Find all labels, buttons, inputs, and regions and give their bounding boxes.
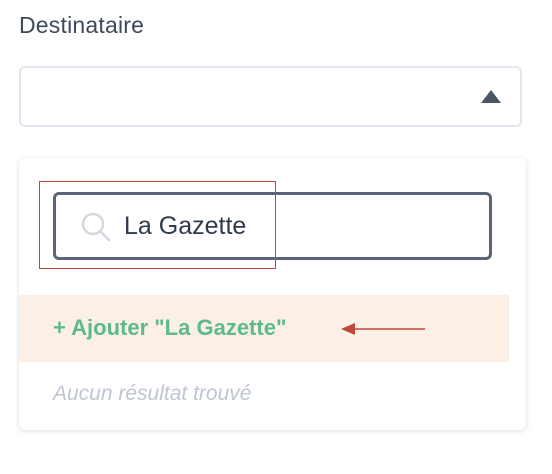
caret-up-icon[interactable]	[481, 90, 501, 103]
add-new-option[interactable]: + Ajouter "La Gazette"	[19, 295, 509, 362]
search-icon	[81, 212, 111, 242]
dropdown-search-field[interactable]	[53, 192, 492, 260]
add-new-option-label: + Ajouter "La Gazette"	[53, 315, 287, 340]
recipient-field-label: Destinataire	[19, 12, 145, 38]
recipient-dropdown-menu: + Ajouter "La Gazette" Aucun résultat tr…	[19, 158, 526, 430]
dropdown-search-input[interactable]	[124, 195, 464, 257]
recipient-select[interactable]	[19, 66, 522, 127]
no-results-message: Aucun résultat trouvé	[53, 382, 252, 405]
recipient-select-page: Destinataire + Ajouter "La Gazette" Aucu…	[0, 0, 552, 474]
annotation-arrow-left-icon	[341, 323, 425, 335]
